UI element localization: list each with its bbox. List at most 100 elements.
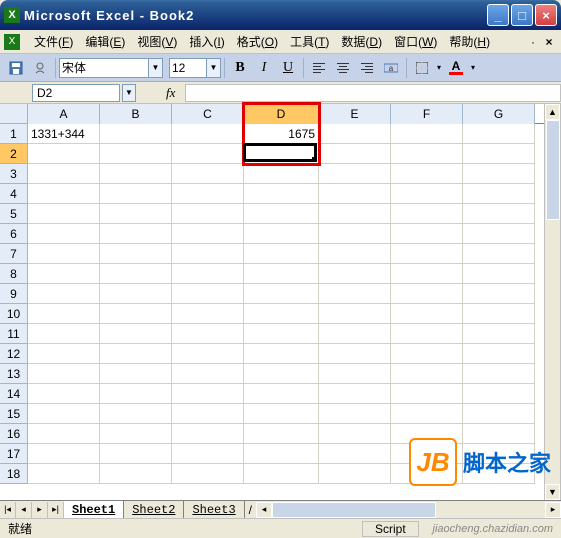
cell-G1[interactable] — [463, 124, 535, 144]
scroll-left-button[interactable]: ◂ — [256, 502, 272, 518]
cell-B9[interactable] — [100, 284, 172, 304]
cell-A12[interactable] — [28, 344, 100, 364]
fx-icon[interactable]: fx — [136, 85, 185, 101]
cell-C8[interactable] — [172, 264, 244, 284]
cell-E6[interactable] — [319, 224, 391, 244]
cell-F4[interactable] — [391, 184, 463, 204]
menu-t[interactable]: 工具(T) — [284, 31, 335, 52]
cell-C13[interactable] — [172, 364, 244, 384]
cell-G2[interactable] — [463, 144, 535, 164]
cell-F1[interactable] — [391, 124, 463, 144]
minimize-button[interactable]: _ — [487, 4, 509, 26]
formula-input[interactable] — [185, 84, 561, 102]
cell-G4[interactable] — [463, 184, 535, 204]
cell-B12[interactable] — [100, 344, 172, 364]
borders-button[interactable] — [411, 57, 433, 79]
cell-A5[interactable] — [28, 204, 100, 224]
cell-E16[interactable] — [319, 424, 391, 444]
cell-F14[interactable] — [391, 384, 463, 404]
sheet-tab-sheet1[interactable]: Sheet1 — [64, 501, 124, 518]
horizontal-scrollbar[interactable]: ◂ ▸ — [256, 502, 561, 518]
cell-B8[interactable] — [100, 264, 172, 284]
menu-e[interactable]: 编辑(E) — [79, 31, 131, 52]
cell-A1[interactable]: 1331+344 — [28, 124, 100, 144]
cell-D15[interactable] — [244, 404, 319, 424]
cell-A9[interactable] — [28, 284, 100, 304]
cell-G16[interactable] — [463, 424, 535, 444]
select-all-corner[interactable] — [0, 104, 28, 124]
col-header-C[interactable]: C — [172, 104, 244, 124]
cell-G11[interactable] — [463, 324, 535, 344]
menu-w[interactable]: 窗口(W) — [388, 31, 443, 52]
cell-F12[interactable] — [391, 344, 463, 364]
tab-nav-prev[interactable]: ◂ — [16, 502, 32, 518]
cell-G15[interactable] — [463, 404, 535, 424]
cell-C16[interactable] — [172, 424, 244, 444]
row-header-3[interactable]: 3 — [0, 164, 28, 184]
cell-F13[interactable] — [391, 364, 463, 384]
merge-center-button[interactable]: a — [380, 57, 402, 79]
save-button[interactable] — [5, 57, 27, 79]
cell-A18[interactable] — [28, 464, 100, 484]
cell-F2[interactable] — [391, 144, 463, 164]
cell-E11[interactable] — [319, 324, 391, 344]
cell-G8[interactable] — [463, 264, 535, 284]
cell-C14[interactable] — [172, 384, 244, 404]
cell-D14[interactable] — [244, 384, 319, 404]
cell-C9[interactable] — [172, 284, 244, 304]
cell-F3[interactable] — [391, 164, 463, 184]
row-header-6[interactable]: 6 — [0, 224, 28, 244]
cell-D13[interactable] — [244, 364, 319, 384]
col-header-G[interactable]: G — [463, 104, 535, 124]
borders-dropdown[interactable]: ▾ — [434, 58, 444, 78]
cell-C10[interactable] — [172, 304, 244, 324]
cell-E7[interactable] — [319, 244, 391, 264]
hscroll-thumb[interactable] — [272, 502, 436, 518]
row-header-7[interactable]: 7 — [0, 244, 28, 264]
cell-D12[interactable] — [244, 344, 319, 364]
permissions-button[interactable] — [29, 57, 51, 79]
row-header-2[interactable]: 2 — [0, 144, 28, 164]
cell-D7[interactable] — [244, 244, 319, 264]
cell-D1[interactable]: 1675 — [244, 124, 319, 144]
help-input-icon[interactable]: · — [525, 33, 541, 51]
cell-E9[interactable] — [319, 284, 391, 304]
cell-F10[interactable] — [391, 304, 463, 324]
cell-C3[interactable] — [172, 164, 244, 184]
cell-D4[interactable] — [244, 184, 319, 204]
menu-h[interactable]: 帮助(H) — [443, 31, 496, 52]
cell-A14[interactable] — [28, 384, 100, 404]
cell-B15[interactable] — [100, 404, 172, 424]
col-header-A[interactable]: A — [28, 104, 100, 124]
col-header-D[interactable]: D — [244, 104, 319, 124]
cell-E10[interactable] — [319, 304, 391, 324]
cell-E17[interactable] — [319, 444, 391, 464]
cell-F15[interactable] — [391, 404, 463, 424]
cell-C18[interactable] — [172, 464, 244, 484]
cell-D2[interactable] — [244, 144, 319, 164]
close-document-button[interactable]: × — [541, 34, 557, 50]
cell-D11[interactable] — [244, 324, 319, 344]
cell-B17[interactable] — [100, 444, 172, 464]
row-header-14[interactable]: 14 — [0, 384, 28, 404]
row-header-18[interactable]: 18 — [0, 464, 28, 484]
cell-B18[interactable] — [100, 464, 172, 484]
row-header-5[interactable]: 5 — [0, 204, 28, 224]
underline-button[interactable]: U — [277, 57, 299, 79]
cell-F6[interactable] — [391, 224, 463, 244]
font-name-dropdown[interactable]: ▼ — [149, 58, 163, 78]
row-header-12[interactable]: 12 — [0, 344, 28, 364]
cell-B11[interactable] — [100, 324, 172, 344]
row-header-1[interactable]: 1 — [0, 124, 28, 144]
col-header-B[interactable]: B — [100, 104, 172, 124]
font-size-select[interactable] — [169, 58, 207, 78]
cell-E4[interactable] — [319, 184, 391, 204]
cell-C2[interactable] — [172, 144, 244, 164]
font-color-button[interactable]: A — [445, 57, 467, 79]
cell-D17[interactable] — [244, 444, 319, 464]
menu-v[interactable]: 视图(V) — [131, 31, 183, 52]
cell-G12[interactable] — [463, 344, 535, 364]
cell-C17[interactable] — [172, 444, 244, 464]
row-header-4[interactable]: 4 — [0, 184, 28, 204]
row-header-8[interactable]: 8 — [0, 264, 28, 284]
